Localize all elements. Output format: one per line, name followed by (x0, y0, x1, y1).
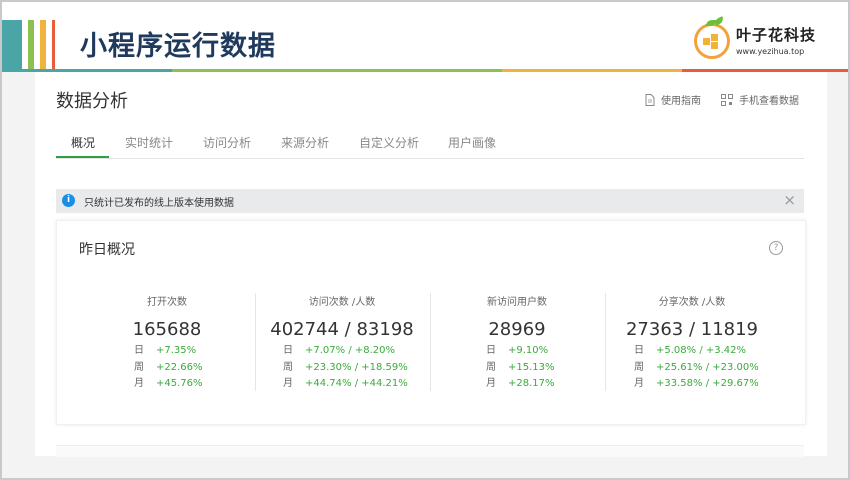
logo-url: www.yezihua.top (736, 47, 805, 56)
stat-divider (605, 293, 606, 391)
stat-label: 新访问用户数 (487, 297, 547, 308)
tab-source-analysis[interactable]: 来源分析 (281, 134, 329, 151)
stat-change-list: 日 +7.07% / +8.20% 周 +23.30% / +18.59% 月 +44… (283, 343, 408, 393)
overview-title: 昨日概况 (79, 242, 135, 258)
stat-visits: 访问次数 /人数 402744 / 83198 日 +7.07% / +8.20%… (257, 293, 427, 393)
stat-value: 27363 / 11819 (625, 319, 759, 340)
stat-label: 打开次数 (147, 297, 187, 308)
tab-visit-analysis[interactable]: 访问分析 (203, 134, 251, 151)
notice-text: 只统计已发布的线上版本使用数据 (84, 198, 234, 209)
overview-card: 昨日概况 ? 打开次数 165688 日 +7.35% 周 +22.66% 月 +45… (56, 220, 806, 425)
stat-opens: 打开次数 165688 日 +7.35% 周 +22.66% 月 +45.76% (82, 293, 252, 393)
change-row-week: 周 +25.61% / +23.00% (634, 361, 759, 373)
logo-name: 叶子花科技 (736, 26, 817, 44)
info-icon: i (62, 194, 75, 207)
logo-circle-icon (694, 23, 730, 59)
company-logo: 叶子花科技 www.yezihua.top (692, 16, 842, 66)
document-icon (645, 93, 655, 106)
qrcode-icon (721, 93, 733, 106)
change-row-month: 月 +44.74% / +44.21% (283, 378, 408, 389)
tab-overview[interactable]: 概况 (71, 134, 95, 151)
guide-link[interactable]: 使用指南 (645, 92, 701, 107)
stat-value: 28969 (488, 319, 546, 340)
stat-divider (430, 293, 431, 391)
slide-frame: 小程序运行数据 叶子花科技 www.yezihua.top 数据分析 使用指南 (0, 0, 850, 480)
stat-label: 访问次数 /人数 (308, 297, 376, 308)
change-row-month: 月 +45.76% (134, 378, 203, 389)
analytics-screenshot: 数据分析 使用指南 手机查看数据 概况 实时统计 访问分析 来源分析 自定义分析… (35, 72, 827, 457)
change-row-day: 日 +7.35% (134, 345, 197, 356)
stat-label: 分享次数 /人数 (658, 297, 726, 308)
notice-bar: i 只统计已发布的线上版本使用数据 × (56, 189, 804, 213)
slide-title: 小程序运行数据 (80, 31, 276, 62)
stat-new-users: 新访问用户数 28969 日 +9.10% 周 +15.13% 月 +28.17% (432, 293, 602, 393)
change-row-day: 日 +9.10% (486, 345, 549, 356)
stat-divider (255, 293, 256, 391)
stat-shares: 分享次数 /人数 27363 / 11819 日 +5.08% / +3.42% … (607, 293, 777, 393)
change-row-day: 日 +7.07% / +8.20% (283, 345, 396, 356)
active-tab-indicator (56, 156, 109, 158)
mobile-view-link[interactable]: 手机查看数据 (721, 92, 799, 107)
stat-value: 165688 (132, 319, 202, 340)
page-title: 数据分析 (56, 91, 128, 112)
slide-header: 小程序运行数据 叶子花科技 www.yezihua.top (2, 2, 848, 72)
stat-change-list: 日 +9.10% 周 +15.13% 月 +28.17% (486, 343, 555, 393)
change-row-week: 周 +22.66% (134, 361, 203, 373)
change-row-month: 月 +33.58% / +29.67% (634, 378, 759, 389)
accent-bar-red (52, 20, 55, 70)
change-row-week: 周 +15.13% (486, 361, 555, 373)
guide-link-label: 使用指南 (661, 96, 701, 107)
close-icon[interactable]: × (783, 191, 796, 209)
accent-bar-yellow (40, 20, 46, 70)
tab-bar: 概况 实时统计 访问分析 来源分析 自定义分析 用户画像 (56, 132, 804, 159)
tab-realtime[interactable]: 实时统计 (125, 134, 173, 151)
next-card-edge (56, 445, 804, 457)
stat-change-list: 日 +5.08% / +3.42% 周 +25.61% / +23.00% 月 +33… (634, 343, 759, 393)
change-row-day: 日 +5.08% / +3.42% (634, 345, 747, 356)
tab-custom-analysis[interactable]: 自定义分析 (359, 134, 419, 151)
stat-value: 402744 / 83198 (270, 319, 414, 340)
tab-user-portrait[interactable]: 用户画像 (448, 134, 496, 151)
accent-bar-teal (2, 20, 22, 70)
accent-bar-green (28, 20, 34, 70)
stat-change-list: 日 +7.35% 周 +22.66% 月 +45.76% (134, 343, 203, 393)
change-row-week: 周 +23.30% / +18.59% (283, 361, 408, 373)
help-icon[interactable]: ? (769, 241, 783, 255)
mobile-view-link-label: 手机查看数据 (739, 96, 799, 107)
change-row-month: 月 +28.17% (486, 378, 555, 389)
